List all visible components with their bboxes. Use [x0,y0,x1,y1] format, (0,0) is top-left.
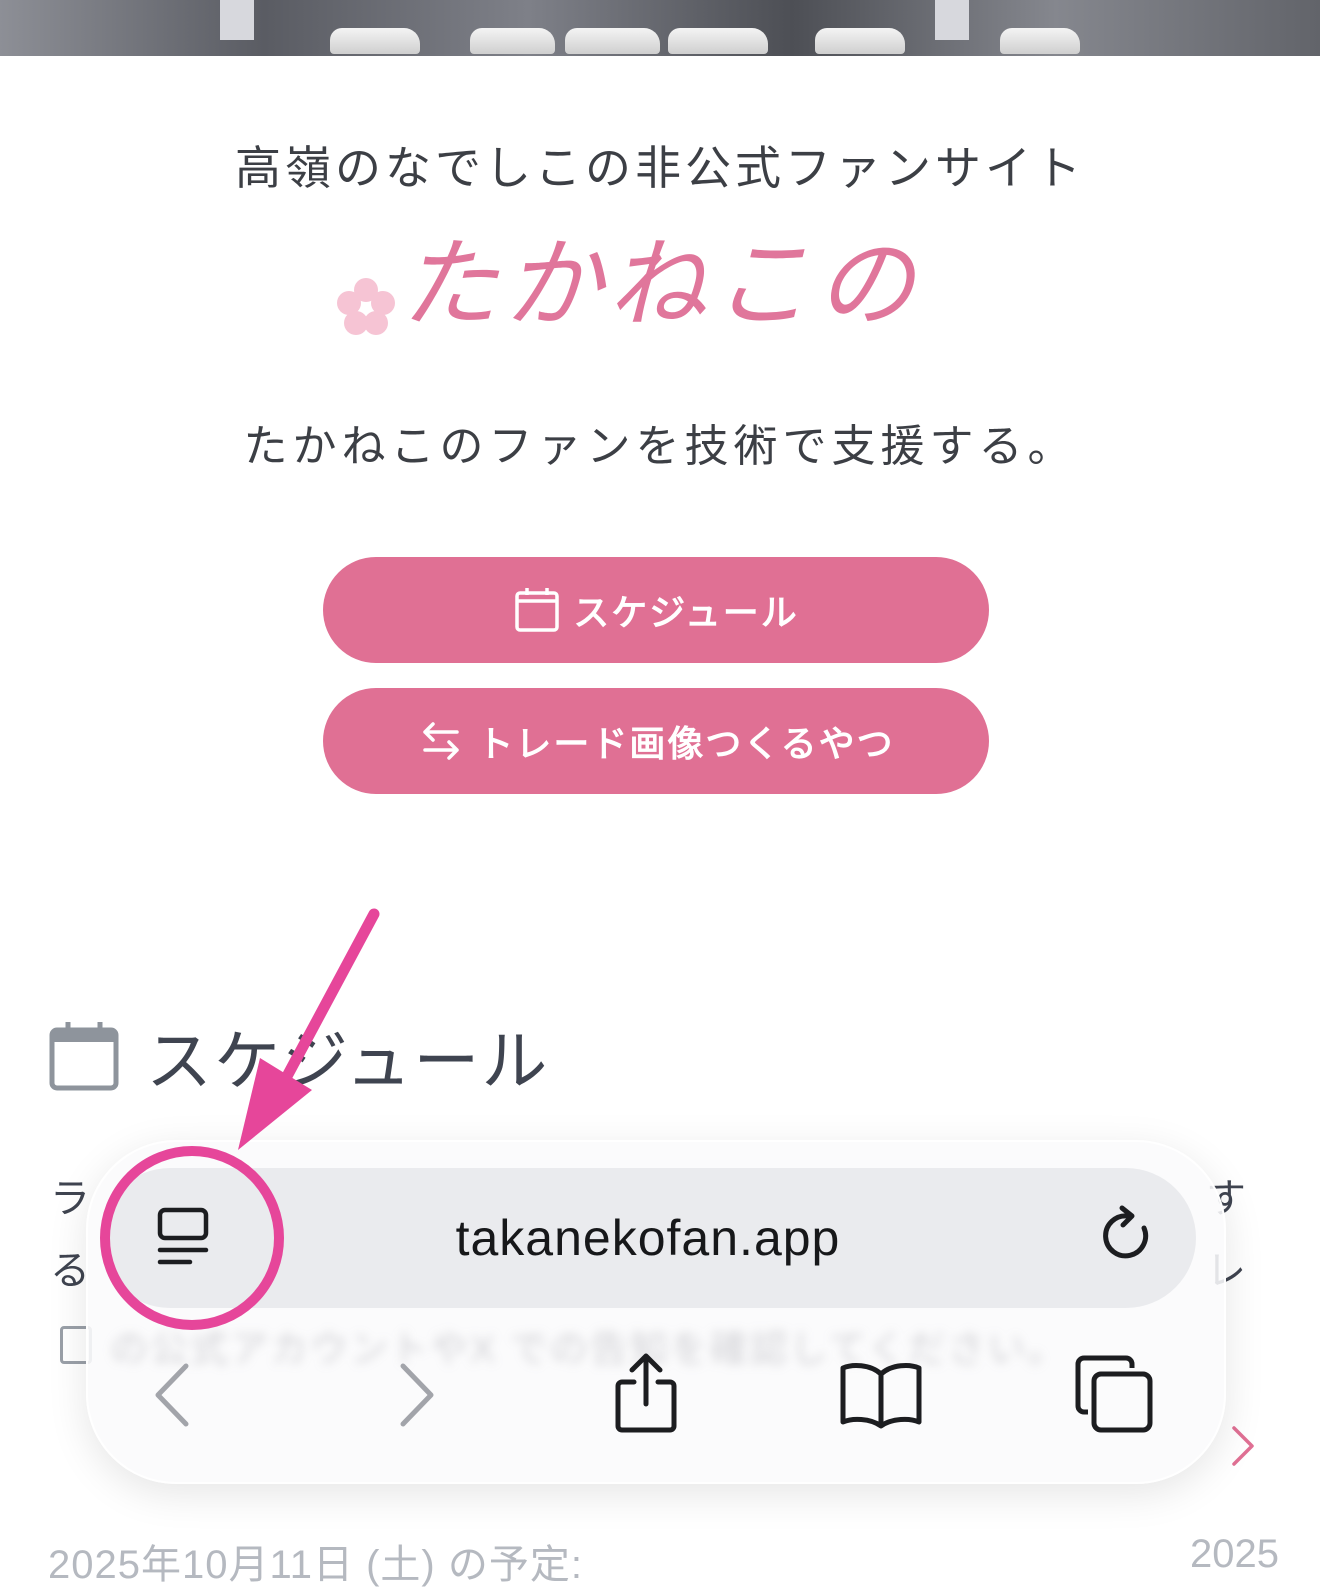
schedule-button[interactable]: スケジュール [323,557,989,663]
trade-button-label: トレード画像つくるやつ [477,723,895,764]
schedule-button-label: スケジュール [573,592,799,633]
chevron-right-icon[interactable] [1230,1424,1256,1468]
logo-container: たかねこの [0,205,1320,342]
tabs-icon[interactable] [1074,1354,1154,1434]
calendar-icon [515,588,559,632]
site-logo[interactable]: たかねこの [400,205,920,347]
trade-image-button[interactable]: トレード画像つくるやつ [323,688,989,794]
back-chevron-icon[interactable] [150,1362,196,1428]
calendar-icon [49,1022,119,1091]
site-tagline: たかねこのファンを技術で支援する。 [243,421,1077,472]
schedule-date-next: 2025 [1190,1532,1279,1576]
annotation-arrow-icon [238,908,380,1150]
bookmarks-icon[interactable] [838,1360,924,1430]
site-subtitle: 高嶺のなでしこの非公式ファンサイト [235,141,1085,195]
swap-arrows-icon [423,722,460,760]
share-icon[interactable] [610,1352,682,1436]
annotation-circle [100,1146,284,1330]
forward-chevron-icon[interactable] [393,1362,439,1428]
schedule-date: 2025年10月11日 (土) の予定: [48,1543,583,1587]
reload-icon[interactable] [1098,1204,1158,1266]
peek-text-left: ラ [50,1177,90,1221]
hero-photo [0,0,1320,56]
peek-text-left: る [50,1249,90,1293]
